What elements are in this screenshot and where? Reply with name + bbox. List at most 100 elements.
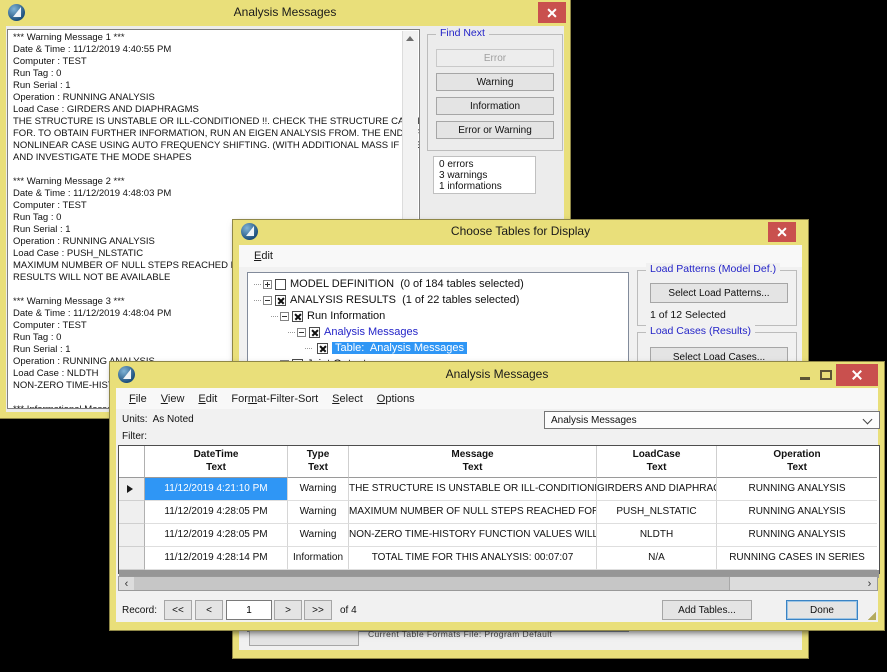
cell-operation[interactable]: RUNNING ANALYSIS <box>717 478 877 501</box>
cell-datetime[interactable]: 11/12/2019 4:21:10 PM <box>145 478 288 501</box>
previous-record-button[interactable]: < <box>195 600 223 620</box>
row-selector[interactable] <box>119 524 145 547</box>
client-area: Units: As Noted Analysis Messages Filter… <box>116 409 878 622</box>
cell-message[interactable]: TOTAL TIME FOR THIS ANALYSIS: 00:07:07 <box>349 547 597 570</box>
log-line: NONLINEAR CASE USING AUTO FREQUENCY SHIF… <box>13 140 401 152</box>
cell-loadcase[interactable]: GIRDERS AND DIAPHRAGMS <box>597 478 717 501</box>
tree-item-analysis-messages[interactable]: Analysis Messages <box>248 324 628 340</box>
cell-type[interactable]: Information <box>288 547 349 570</box>
titlebar[interactable]: Choose Tables for Display <box>233 220 808 245</box>
log-line: Run Serial : 1 <box>13 80 401 92</box>
scroll-up-icon[interactable] <box>406 36 414 41</box>
checkbox-checked[interactable] <box>275 295 286 306</box>
cell-loadcase[interactable]: NLDTH <box>597 524 717 547</box>
titlebar[interactable]: Analysis Messages <box>110 362 884 388</box>
cell-operation[interactable]: RUNNING CASES IN SERIES <box>717 547 877 570</box>
collapse-icon[interactable] <box>263 296 272 305</box>
cell-datetime[interactable]: 11/12/2019 4:28:14 PM <box>145 547 288 570</box>
find-error-button[interactable]: Error <box>436 49 554 67</box>
log-line: Run Tag : 0 <box>13 68 401 80</box>
cell-operation[interactable]: RUNNING ANALYSIS <box>717 524 877 547</box>
count-line: 1 informations <box>439 181 530 192</box>
log-line: Computer : TEST <box>13 200 401 212</box>
checkbox-unchecked[interactable] <box>275 279 286 290</box>
close-button[interactable] <box>768 222 796 242</box>
log-line: Computer : TEST <box>13 56 401 68</box>
desktop: Analysis Messages *** Warning Message 1 … <box>0 0 887 672</box>
titlebar[interactable]: Analysis Messages <box>0 0 570 26</box>
tree-item-run-information[interactable]: Run Information <box>248 308 628 324</box>
menu-format-filter-sort[interactable]: Format-Filter-Sort <box>224 393 325 405</box>
resize-grip[interactable] <box>868 612 876 620</box>
cell-type[interactable]: Warning <box>288 524 349 547</box>
row-selector[interactable] <box>119 547 145 570</box>
log-line: Operation : RUNNING ANALYSIS <box>13 92 401 104</box>
menu-options[interactable]: Options <box>370 393 422 405</box>
collapse-icon[interactable] <box>280 312 289 321</box>
chevron-down-icon <box>863 415 873 425</box>
cell-operation[interactable]: RUNNING ANALYSIS <box>717 501 877 524</box>
log-line: *** Warning Message 1 *** <box>13 32 401 44</box>
collapse-icon[interactable] <box>297 328 306 337</box>
checkbox-checked[interactable] <box>309 327 320 338</box>
cell-type[interactable]: Warning <box>288 501 349 524</box>
checkbox-checked[interactable] <box>317 343 328 354</box>
minimize-button[interactable] <box>800 377 810 380</box>
record-number-input[interactable] <box>226 600 272 620</box>
log-line: Date & Time : 11/12/2019 4:48:03 PM <box>13 188 401 200</box>
first-record-button[interactable]: << <box>164 600 192 620</box>
menu-view[interactable]: View <box>154 393 192 405</box>
window-title: Analysis Messages <box>110 367 884 381</box>
row-selector[interactable] <box>119 501 145 524</box>
tree-connector <box>305 348 312 349</box>
close-icon <box>836 364 878 386</box>
load-patterns-label: Load Patterns (Model Def.) <box>646 263 780 275</box>
find-next-label: Find Next <box>436 27 489 39</box>
last-record-button[interactable]: >> <box>304 600 332 620</box>
header-operation[interactable]: OperationText <box>717 446 877 478</box>
header-datetime[interactable]: DateTimeText <box>145 446 288 478</box>
scroll-left-icon[interactable]: ‹ <box>119 577 134 590</box>
header-message[interactable]: MessageText <box>349 446 597 478</box>
log-line <box>13 164 401 176</box>
find-warning-button[interactable]: Warning <box>436 73 554 91</box>
scrollbar-thumb[interactable] <box>134 577 730 590</box>
find-error-or-warning-button[interactable]: Error or Warning <box>436 121 554 139</box>
horizontal-scrollbar[interactable]: ‹ › <box>118 576 878 591</box>
tree-item-analysis-results[interactable]: ANALYSIS RESULTS (1 of 22 tables selecte… <box>248 292 628 308</box>
done-button[interactable]: Done <box>786 600 858 620</box>
header-type[interactable]: TypeText <box>288 446 349 478</box>
row-selector[interactable] <box>119 478 145 501</box>
cell-message[interactable]: NON-ZERO TIME-HISTORY FUNCTION VALUES WI… <box>349 524 597 547</box>
next-record-button[interactable]: > <box>274 600 302 620</box>
menu-select[interactable]: Select <box>325 393 370 405</box>
close-button[interactable] <box>836 364 878 386</box>
menu-file[interactable]: File <box>122 393 154 405</box>
menu-edit[interactable]: Edit <box>191 393 224 405</box>
cell-datetime[interactable]: 11/12/2019 4:28:05 PM <box>145 501 288 524</box>
menu-edit[interactable]: Edit <box>247 250 280 262</box>
log-line: THE STRUCTURE IS UNSTABLE OR ILL-CONDITI… <box>13 116 401 128</box>
find-information-button[interactable]: Information <box>436 97 554 115</box>
cell-loadcase[interactable]: N/A <box>597 547 717 570</box>
cell-datetime[interactable]: 11/12/2019 4:28:05 PM <box>145 524 288 547</box>
count-line: 3 warnings <box>439 170 530 181</box>
tree-item-model-definition[interactable]: MODEL DEFINITION (0 of 184 tables select… <box>248 276 628 292</box>
checkbox-checked[interactable] <box>292 311 303 322</box>
cell-message[interactable]: MAXIMUM NUMBER OF NULL STEPS REACHED FOR… <box>349 501 597 524</box>
cell-type[interactable]: Warning <box>288 478 349 501</box>
cell-message[interactable]: THE STRUCTURE IS UNSTABLE OR ILL-CONDITI… <box>349 478 597 501</box>
close-icon <box>538 2 566 23</box>
cell-loadcase[interactable]: PUSH_NLSTATIC <box>597 501 717 524</box>
close-button[interactable] <box>538 2 566 23</box>
header-loadcase[interactable]: LoadCaseText <box>597 446 717 478</box>
tree-item-table-analysis-messages[interactable]: Table: Analysis Messages <box>248 340 628 356</box>
table-select-dropdown[interactable]: Analysis Messages <box>544 411 880 429</box>
expand-icon[interactable] <box>263 280 272 289</box>
scroll-right-icon[interactable]: › <box>862 577 877 590</box>
add-tables-button[interactable]: Add Tables... <box>662 600 752 620</box>
maximize-button[interactable] <box>820 370 832 380</box>
load-cases-label: Load Cases (Results) <box>646 325 755 337</box>
record-count-label: of 4 <box>340 605 357 616</box>
select-load-patterns-button[interactable]: Select Load Patterns... <box>650 283 788 303</box>
